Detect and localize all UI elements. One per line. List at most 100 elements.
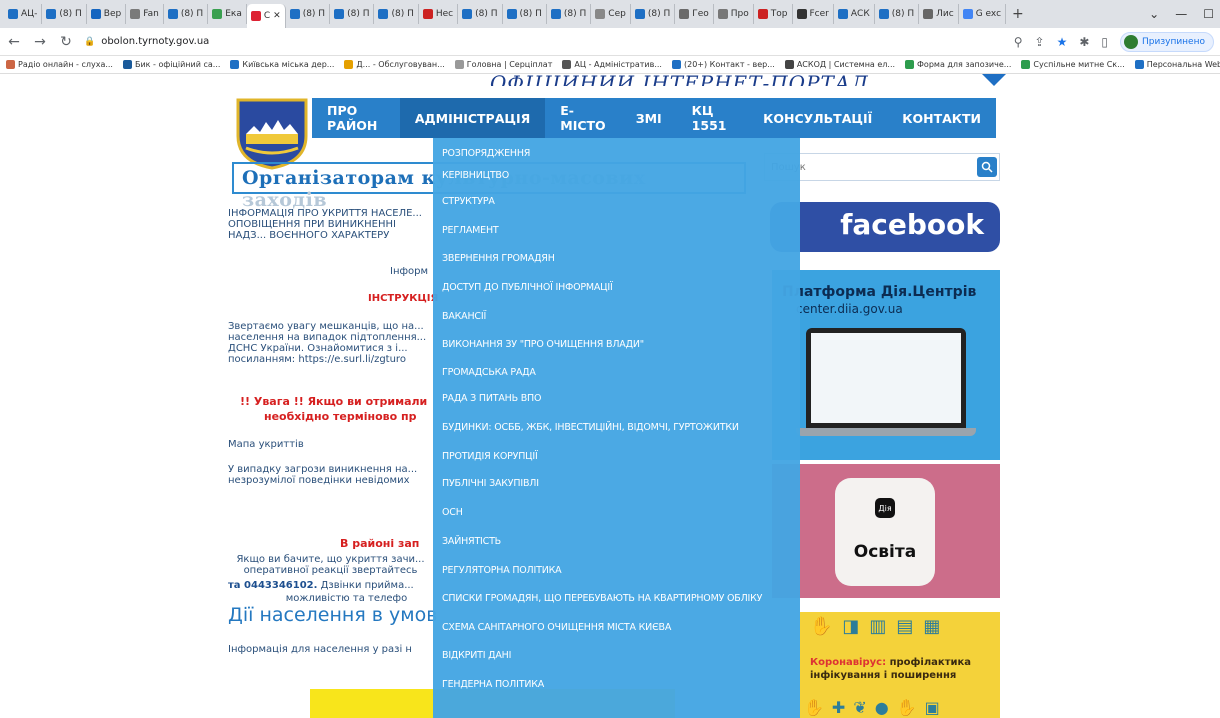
phone-text: та 0443346102. Дзвінки прийма... <box>228 580 433 591</box>
star-icon[interactable]: ★ <box>1057 35 1068 49</box>
browser-tab[interactable]: Fcer <box>793 4 834 24</box>
dropdown-menu-item[interactable]: РЕГЛАМЕНТ <box>433 220 499 240</box>
facebook-banner[interactable]: facebook <box>770 202 1000 252</box>
bookmark-favicon-icon <box>905 60 915 69</box>
bookmark-item[interactable]: Персональна Webmai... <box>1134 60 1220 69</box>
dropdown-menu-item[interactable]: ВІДКРИТІ ДАНІ <box>433 645 511 665</box>
tab-favicon-icon <box>923 9 934 19</box>
dropdown-menu-item[interactable]: РЕГУЛЯТОРНА ПОЛІТИКА <box>433 560 562 580</box>
bookmark-item[interactable]: АЦ - Адміністратив... <box>562 60 662 69</box>
dropdown-menu-item[interactable]: СТРУКТУРА <box>433 191 495 211</box>
dropdown-menu-item[interactable]: РОЗПОРЯДЖЕННЯ <box>433 143 530 163</box>
nav-item[interactable]: АДМІНІСТРАЦІЯ <box>399 98 546 138</box>
bookmark-item[interactable]: Д... - Обслуговуван... <box>344 60 445 69</box>
diia-centers-banner[interactable]: Платформа Дія.Центрів center.diia.gov.ua <box>772 270 1000 460</box>
browser-tab[interactable]: АСК <box>834 4 875 24</box>
bookmark-item[interactable]: Київська міська дер... <box>230 60 334 69</box>
browser-tab[interactable]: Тор <box>754 4 793 24</box>
section-heading[interactable]: Дії населення в умов <box>228 604 437 626</box>
district-emblem-icon[interactable] <box>232 96 312 170</box>
browser-tab[interactable]: (8) П <box>42 4 87 24</box>
browser-tab[interactable]: Сер <box>591 4 631 24</box>
url-field[interactable]: 🔒 obolon.tyrnoty.gov.ua <box>84 36 209 47</box>
minimize-icon[interactable]: — <box>1175 7 1187 21</box>
browser-tab[interactable]: (8) П <box>547 4 592 24</box>
bookmark-item[interactable]: Форма для запозиче... <box>905 60 1011 69</box>
extensions-icon[interactable]: ✱ <box>1079 35 1089 49</box>
dropdown-menu-item[interactable]: ДОСТУП ДО ПУБЛІЧНОЇ ІНФОРМАЦІЇ <box>433 277 613 297</box>
tab-label: (8) П <box>302 9 326 19</box>
browser-tab[interactable]: (8) П <box>503 4 547 24</box>
bookmark-item[interactable]: Радіо онлайн - слуха... <box>6 60 113 69</box>
maximize-icon[interactable]: ☐ <box>1203 7 1214 21</box>
browser-tab[interactable]: (8) П <box>286 4 331 24</box>
browser-tab[interactable]: АЦ- <box>4 4 43 24</box>
tab-label: (8) П <box>647 9 671 19</box>
browser-tab[interactable]: Гео <box>675 4 714 24</box>
new-tab-icon[interactable]: + <box>1006 6 1030 22</box>
chevron-down-icon[interactable]: ⌄ <box>1149 7 1159 21</box>
web-page: ОФІЦІЙНИЙ ІНТЕРНЕТ-ПОРТАЛ ПРО РАЙОН АДМІН… <box>0 74 1220 718</box>
dropdown-menu-item[interactable]: ПРОТИДІЯ КОРУПЦІЇ <box>433 446 538 466</box>
dropdown-menu-item[interactable]: СХЕМА САНІТАРНОГО ОЧИЩЕННЯ МІСТА КИЄВА <box>433 617 671 637</box>
dropdown-menu-item[interactable]: ВАКАНСІЇ <box>433 306 486 326</box>
dropdown-menu-item[interactable]: ГРОМАДСЬКА РАДА <box>433 362 536 382</box>
profile-button[interactable]: Призупинено <box>1120 31 1214 52</box>
dropdown-menu-item[interactable]: ОСН <box>433 502 463 522</box>
dropdown-menu-item[interactable]: ВИКОНАННЯ ЗУ "ПРО ОЧИЩЕННЯ ВЛАДИ" <box>433 334 644 354</box>
dropdown-menu-item[interactable]: ЗАЙНЯТІСТЬ <box>433 531 501 551</box>
nav-item[interactable]: Е-МІСТО <box>545 98 620 138</box>
nav-item[interactable]: КЦ 1551 <box>677 98 748 138</box>
shelter-map-link[interactable]: Мапа укриттів <box>228 439 304 450</box>
dropdown-menu-item[interactable]: КЕРІВНИЦТВО <box>433 165 509 185</box>
osvita-tile: Дія Освіта <box>835 478 935 586</box>
share-icon[interactable]: ⇪ <box>1035 35 1045 49</box>
browser-tab[interactable]: Нес <box>419 4 459 24</box>
browser-tab[interactable]: (8) П <box>330 4 375 24</box>
nav-item[interactable]: КОНТАКТИ <box>887 98 996 138</box>
browser-tab[interactable]: (8) П <box>374 4 419 24</box>
dropdown-menu-item[interactable]: ЗВЕРНЕННЯ ГРОМАДЯН <box>433 248 555 268</box>
avatar <box>1124 34 1138 49</box>
bookmark-favicon-icon <box>562 60 572 69</box>
zoom-icon[interactable]: ⚲ <box>1014 35 1023 49</box>
dropdown-menu-item[interactable]: РАДА З ПИТАНЬ ВПО <box>433 388 541 408</box>
bookmark-item[interactable]: Головна | Серціплат <box>454 60 552 69</box>
browser-tab[interactable]: Ека <box>208 4 247 24</box>
browser-tab[interactable]: Про <box>714 4 754 24</box>
nav-item[interactable]: ЗМІ <box>621 98 677 138</box>
sidepanel-icon[interactable]: ▯ <box>1101 35 1108 49</box>
address-bar: ← → ↻ 🔒 obolon.tyrnoty.gov.ua ⚲ ⇪ ★ ✱ ▯ … <box>0 28 1220 56</box>
dropdown-menu-item[interactable]: СПИСКИ ГРОМАДЯН, ЩО ПЕРЕБУВАЮТЬ НА КВАРТ… <box>433 588 762 608</box>
back-icon[interactable]: ← <box>6 34 22 50</box>
bookmark-label: Бик - офіційний са... <box>134 60 221 69</box>
nav-item[interactable]: КОНСУЛЬТАЦІЇ <box>748 98 887 138</box>
browser-tab[interactable]: Лис <box>919 4 959 24</box>
dropdown-menu-item[interactable]: БУДИНКИ: ОСББ, ЖБК, ІНВЕСТИЦІЙНІ, ВІДОМЧ… <box>433 417 739 437</box>
reload-icon[interactable]: ↻ <box>58 34 74 50</box>
tab-label: Гео <box>692 9 709 19</box>
browser-tab[interactable]: G exc <box>959 4 1007 24</box>
browser-tab[interactable]: (8) П <box>875 4 920 24</box>
forward-icon[interactable]: → <box>32 34 48 50</box>
dropdown-menu-item[interactable]: ГЕНДЕРНА ПОЛІТИКА <box>433 674 544 694</box>
bookmark-item[interactable]: (20+) Контакт - вер... <box>671 60 775 69</box>
close-tab-icon[interactable]: ✕ <box>273 11 281 21</box>
bookmark-favicon-icon <box>671 60 681 69</box>
browser-tab[interactable]: С ✕ <box>246 4 286 28</box>
shelters-info-link[interactable]: ІНФОРМАЦІЯ ПРО УКРИТТЯ НАСЕЛЕ... ОПОВІЩЕ… <box>228 208 428 241</box>
diia-osvita-banner[interactable]: Дія Освіта <box>772 464 1000 598</box>
nav-item[interactable]: ПРО РАЙОН <box>312 98 400 138</box>
bookmark-label: Персональна Webmai... <box>1146 60 1220 69</box>
browser-tab[interactable]: (8) П <box>458 4 503 24</box>
bookmark-item[interactable]: АСКОД | Системна ел... <box>784 60 895 69</box>
browser-tab[interactable]: (8) П <box>631 4 676 24</box>
browser-tab[interactable]: Fan <box>126 4 164 24</box>
dropdown-menu-item[interactable]: ПУБЛІЧНІ ЗАКУПІВЛІ <box>433 473 539 493</box>
search-button[interactable] <box>977 157 997 177</box>
browser-tab[interactable]: (8) П <box>164 4 209 24</box>
coronavirus-banner[interactable]: ✋◨▥▤▦ Коронавірус: профілактика інфікува… <box>800 612 1000 718</box>
bookmark-item[interactable]: Бик - офіційний са... <box>122 60 221 69</box>
bookmark-item[interactable]: Суспільне митне Ск... <box>1021 60 1125 69</box>
browser-tab[interactable]: Вер <box>87 4 127 24</box>
